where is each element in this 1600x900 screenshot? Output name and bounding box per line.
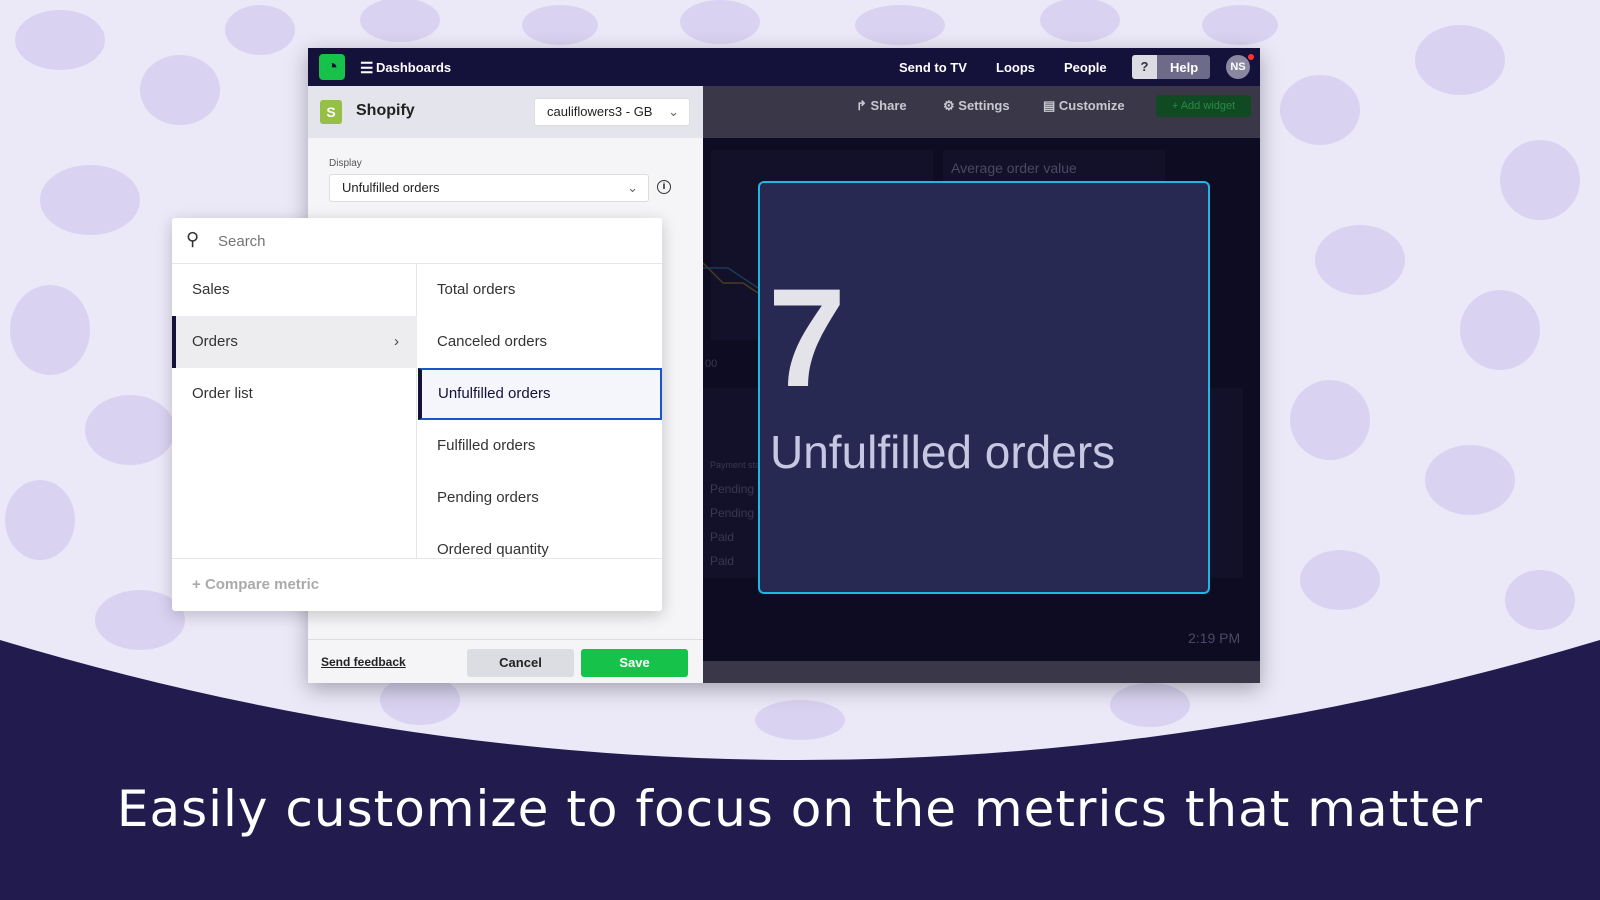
loops-link[interactable]: Loops xyxy=(996,60,1035,75)
widget-value: 7 xyxy=(768,259,846,416)
help-button[interactable]: ? Help xyxy=(1132,55,1210,79)
divider xyxy=(308,639,703,640)
chevron-right-icon: › xyxy=(394,333,399,350)
metric-item-selected[interactable]: Unfulfilled orders xyxy=(418,368,662,420)
panel-header: S Shopify cauliflowers3 - GB ⌄ xyxy=(308,86,703,138)
table-cell: Paid xyxy=(710,554,735,568)
metric-item[interactable]: Fulfilled orders xyxy=(417,420,662,472)
people-link[interactable]: People xyxy=(1064,60,1107,75)
table-header: Payment sta xyxy=(710,460,761,470)
dashboard-grid: Average order value 00 Payment sta Pendi… xyxy=(703,138,1260,661)
plus-icon: + xyxy=(192,576,205,593)
customize-button[interactable]: ▤ Customize xyxy=(1043,98,1125,114)
metric-item[interactable]: Pending orders xyxy=(417,472,662,524)
selected-number-widget[interactable]: 7 Unfulfilled orders xyxy=(758,181,1210,594)
dashboards-menu[interactable]: Dashboards xyxy=(376,60,451,75)
top-nav: ◔ ☰ Dashboards Send to TV Loops People ?… xyxy=(308,48,1260,86)
cancel-button[interactable]: Cancel xyxy=(467,649,574,677)
chevron-down-icon: ⌄ xyxy=(627,180,638,195)
send-feedback-link[interactable]: Send feedback xyxy=(321,655,406,669)
help-label: Help xyxy=(1170,60,1199,75)
widget-label: Unfulfilled orders xyxy=(770,426,1116,478)
metric-item[interactable]: Total orders xyxy=(417,264,662,316)
settings-button[interactable]: ⚙ Settings xyxy=(943,98,1010,114)
category-list: Sales Orders › Order list xyxy=(172,264,417,558)
shopify-icon: S xyxy=(320,100,342,124)
metric-list: Total orders Canceled orders Unfulfilled… xyxy=(417,264,662,558)
chevron-down-icon: ⌄ xyxy=(668,104,679,119)
search-bar: ⚲ xyxy=(172,218,662,264)
avatar[interactable]: NS xyxy=(1226,55,1250,79)
caption: Easily customize to focus on the metrics… xyxy=(116,780,1484,838)
save-button[interactable]: Save xyxy=(581,649,688,677)
display-label: Display xyxy=(329,158,362,169)
bg-line-chart xyxy=(703,262,759,294)
metric-item[interactable]: Ordered quantity xyxy=(417,524,662,558)
category-orders[interactable]: Orders › xyxy=(172,316,417,368)
category-order-list[interactable]: Order list xyxy=(172,368,417,420)
dashboard-area: ↱ Share ⚙ Settings ▤ Customize + Add wid… xyxy=(703,86,1260,683)
display-select[interactable]: Unfulfilled orders ⌄ xyxy=(329,174,649,202)
info-icon[interactable]: i xyxy=(657,180,671,194)
search-icon: ⚲ xyxy=(186,229,200,249)
send-to-tv-link[interactable]: Send to TV xyxy=(899,60,967,75)
table-cell: Paid xyxy=(710,530,735,544)
clock: 2:19 PM xyxy=(1188,630,1241,646)
notification-dot xyxy=(1248,54,1254,60)
add-widget-button[interactable]: + Add widget xyxy=(1156,95,1251,117)
table-cell: Pending xyxy=(710,482,755,496)
account-select[interactable]: cauliflowers3 - GB ⌄ xyxy=(534,98,690,126)
app-logo[interactable]: ◔ xyxy=(319,54,345,80)
panel-title: Shopify xyxy=(356,102,415,119)
compare-metric-button[interactable]: + Compare metric xyxy=(172,558,662,611)
help-question-icon: ? xyxy=(1132,55,1157,79)
metric-item[interactable]: Canceled orders xyxy=(417,316,662,368)
metric-picker: ⚲ Sales Orders› Order list Total orders … xyxy=(172,218,662,611)
table-cell: Pending xyxy=(710,506,755,520)
share-button[interactable]: ↱ Share xyxy=(856,98,907,114)
axis-label: 00 xyxy=(705,358,718,370)
hamburger-icon[interactable]: ☰ xyxy=(360,59,373,77)
search-input[interactable] xyxy=(218,228,638,254)
category-sales[interactable]: Sales xyxy=(172,264,417,316)
